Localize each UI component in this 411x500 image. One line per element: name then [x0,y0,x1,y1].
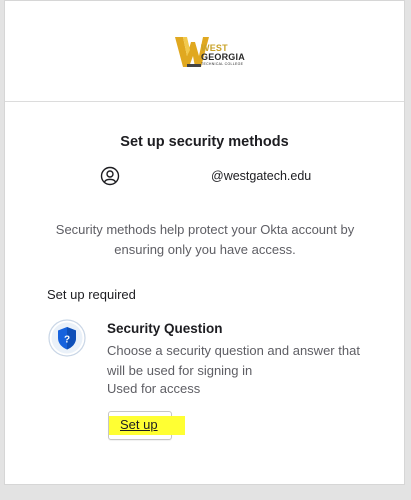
page-title: Set up security methods [120,134,289,150]
page-description: Security methods help protect your Okta … [55,222,355,257]
setup-required-label: Set up required [47,287,136,302]
method-description: Choose a security question and answer th… [107,343,360,378]
method-title: Security Question [107,321,223,336]
setup-button-label: Set up [120,417,158,432]
method-usage: Used for access [107,381,201,396]
card-header: WEST GEORGIA TECHNICAL COLLEGE [5,1,404,102]
college-logo-text: WEST GEORGIA TECHNICAL COLLEGE [201,44,245,67]
user-identifier: @westgatech.edu [5,166,404,188]
logo-line-technical-college: TECHNICAL COLLEGE [201,62,244,66]
setup-button[interactable]: Set up [108,411,185,440]
user-email: @westgatech.edu [211,169,312,183]
security-question-shield-icon: ? [48,319,86,357]
svg-text:?: ? [64,335,70,346]
logo-line-georgia: GEORGIA [201,52,245,62]
auth-card: WEST GEORGIA TECHNICAL COLLEGE Set up se… [4,0,405,485]
user-circle-icon [100,166,120,186]
